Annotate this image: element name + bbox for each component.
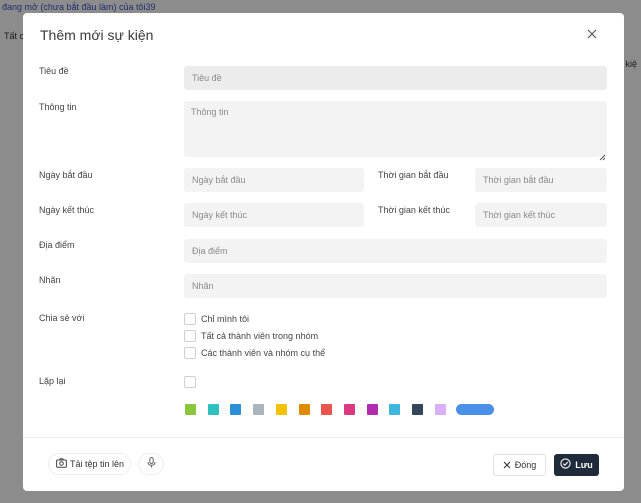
microphone-icon bbox=[147, 455, 156, 473]
repeat-checkbox[interactable] bbox=[184, 376, 196, 388]
checkbox[interactable] bbox=[184, 346, 196, 359]
share-option-label: Chỉ mình tôi bbox=[201, 313, 250, 324]
color-swatch[interactable] bbox=[185, 404, 196, 415]
start-time-input[interactable] bbox=[475, 168, 607, 192]
color-swatch[interactable] bbox=[299, 404, 310, 415]
color-swatch-blue-wide[interactable] bbox=[456, 404, 494, 415]
color-swatch[interactable] bbox=[253, 404, 264, 415]
modal-title: Thêm mới sự kiện bbox=[40, 27, 154, 43]
start-date-input[interactable] bbox=[184, 168, 364, 192]
title-label: Tiêu đề bbox=[39, 66, 69, 76]
microphone-button[interactable] bbox=[138, 453, 164, 475]
share-option-label: Các thành viên và nhóm cụ thể bbox=[201, 347, 326, 358]
title-input[interactable] bbox=[184, 66, 607, 90]
share-option-all-members[interactable]: Tất cả thành viên trong nhóm bbox=[184, 329, 318, 342]
start-date-label: Ngày bắt đầu bbox=[39, 170, 93, 180]
end-time-input[interactable] bbox=[475, 203, 607, 227]
color-swatch[interactable] bbox=[367, 404, 378, 415]
share-option-specific[interactable]: Các thành viên và nhóm cụ thể bbox=[184, 346, 325, 359]
color-swatch[interactable] bbox=[435, 404, 446, 415]
share-option-only-me[interactable]: Chỉ mình tôi bbox=[184, 312, 249, 325]
color-swatch[interactable] bbox=[389, 404, 400, 415]
add-event-modal: Thêm mới sự kiện Tiêu đề Thông tin Ngày … bbox=[23, 13, 624, 491]
checkbox[interactable] bbox=[184, 329, 196, 342]
color-swatch[interactable] bbox=[412, 404, 423, 415]
repeat-label: Lặp lại bbox=[39, 376, 66, 386]
close-button[interactable]: Đóng bbox=[493, 454, 546, 476]
close-icon[interactable] bbox=[583, 25, 601, 43]
save-button-label: Lưu bbox=[575, 460, 593, 470]
footer-divider bbox=[23, 437, 624, 438]
info-label: Thông tin bbox=[39, 102, 77, 112]
share-label: Chia sẻ với bbox=[39, 313, 85, 323]
save-button[interactable]: Lưu bbox=[554, 454, 599, 476]
checkbox[interactable] bbox=[184, 312, 196, 325]
color-swatch[interactable] bbox=[276, 404, 287, 415]
share-option-label: Tất cả thành viên trong nhóm bbox=[201, 330, 319, 341]
color-swatch[interactable] bbox=[321, 404, 332, 415]
end-date-label: Ngày kết thúc bbox=[39, 205, 95, 215]
end-time-label: Thời gian kết thúc bbox=[378, 205, 450, 215]
info-textarea[interactable] bbox=[184, 101, 607, 157]
color-swatch[interactable] bbox=[208, 404, 219, 415]
location-input[interactable] bbox=[184, 239, 607, 263]
end-date-input[interactable] bbox=[184, 203, 364, 227]
location-label: Địa điểm bbox=[39, 240, 75, 250]
color-swatch[interactable] bbox=[344, 404, 355, 415]
close-x-icon bbox=[503, 456, 511, 474]
color-swatch[interactable] bbox=[230, 404, 241, 415]
upload-file-button[interactable]: Tải tệp tin lên bbox=[48, 453, 131, 475]
upload-file-label: Tải tệp tin lên bbox=[70, 459, 125, 469]
tag-label: Nhãn bbox=[39, 275, 61, 285]
start-time-label: Thời gian bắt đầu bbox=[378, 170, 449, 180]
camera-icon bbox=[56, 455, 67, 473]
close-button-label: Đóng bbox=[514, 460, 537, 470]
check-circle-icon bbox=[560, 456, 571, 474]
tag-input[interactable] bbox=[184, 274, 607, 298]
